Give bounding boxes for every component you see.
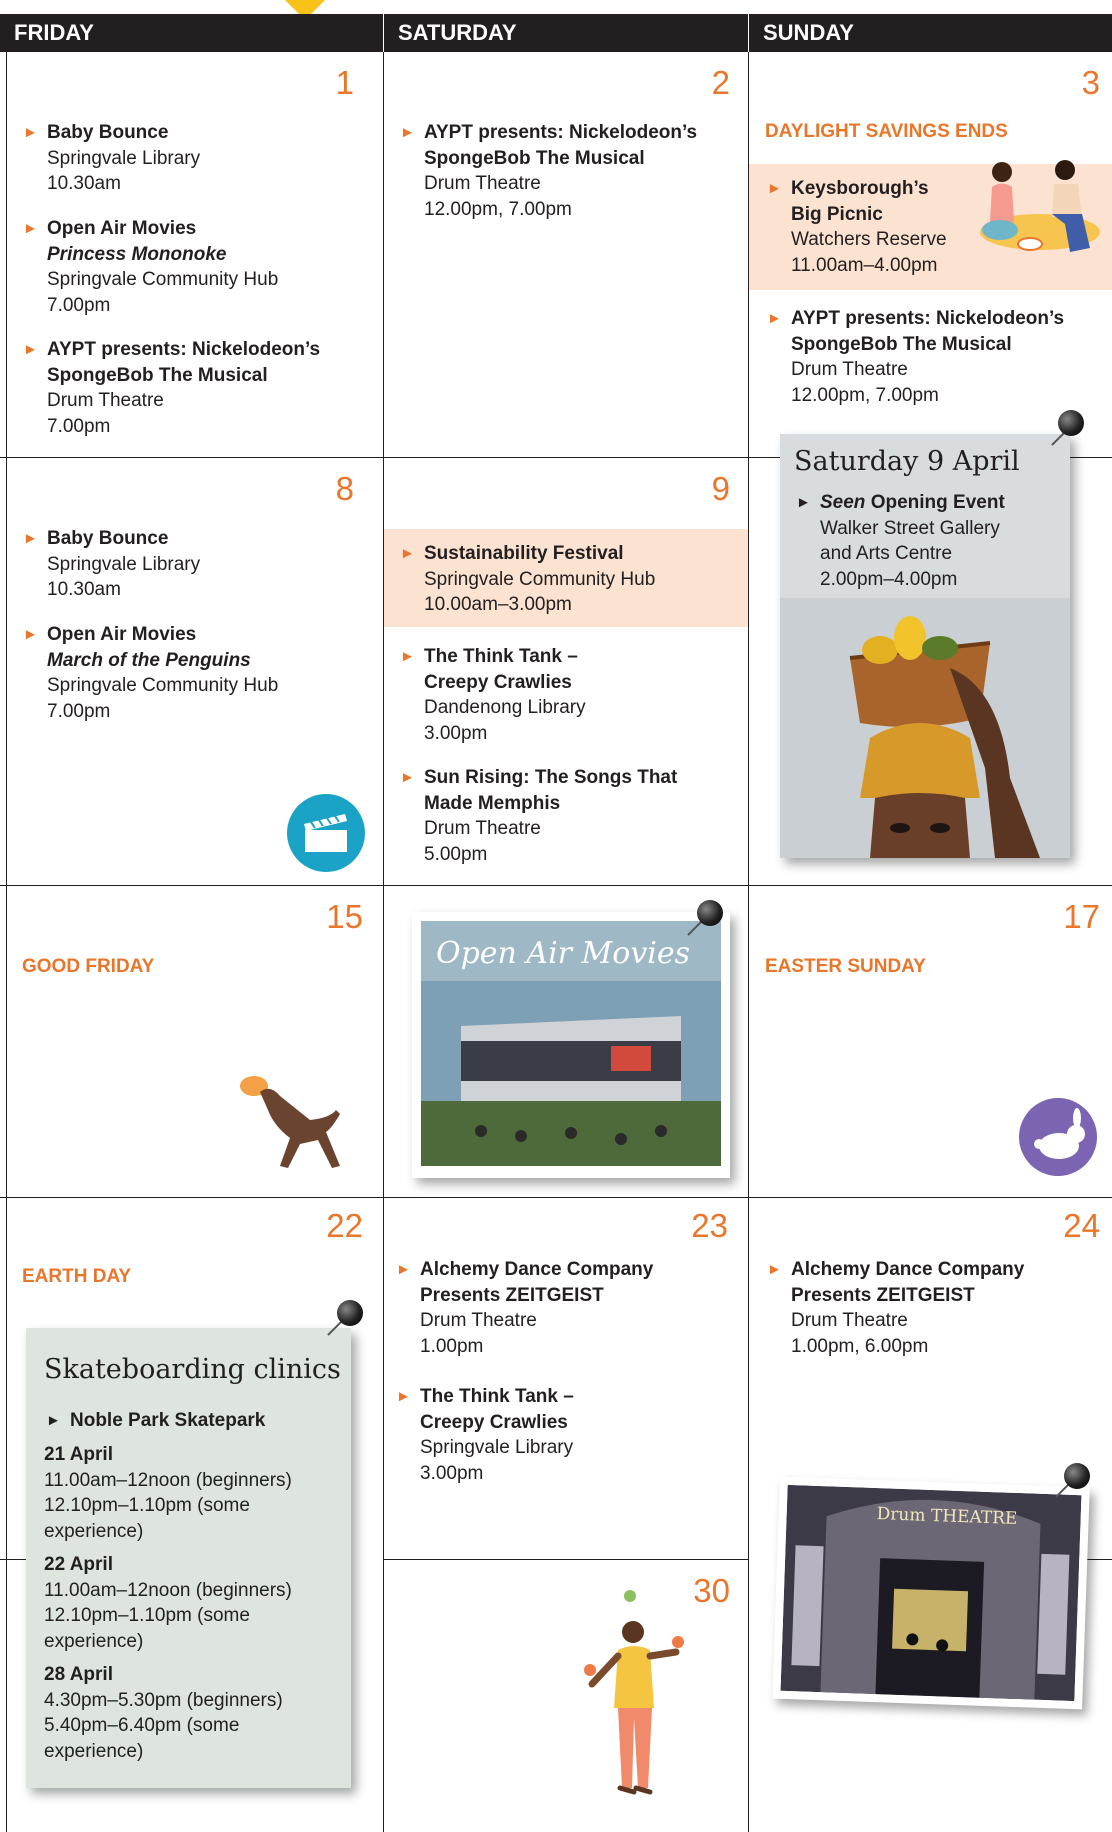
day-number: 15 (326, 898, 363, 935)
good-friday-label: GOOD FRIDAY (22, 956, 155, 977)
drum-theatre-card: Drum THEATRE (772, 1476, 1090, 1710)
juggler-illustration (584, 1590, 684, 1795)
grid-line (383, 52, 384, 1832)
easter-sunday-label: EASTER SUNDAY (765, 956, 926, 977)
day-number: 24 (1063, 1207, 1100, 1244)
fruit-basket-photo (780, 598, 1070, 858)
day-number: 1 (335, 64, 354, 101)
grid-line (0, 1197, 1112, 1198)
event-think-tank: The Think Tank – Creepy Crawlies Dandeno… (400, 644, 724, 746)
movies-overlay-text: Open Air Movies (436, 936, 691, 971)
pushpin-icon (697, 900, 723, 926)
header-saturday: SATURDAY (384, 14, 748, 52)
clapperboard-icon (287, 794, 365, 872)
skate-venue: Noble Park Skatepark (46, 1408, 340, 1434)
day-number: 8 (335, 470, 354, 507)
day-number: 9 (711, 470, 730, 507)
picnic-illustration (980, 160, 1100, 252)
day-number: 2 (711, 64, 730, 101)
open-air-movies-card: Open Air Movies (412, 912, 730, 1178)
grid-line (6, 52, 7, 1832)
card-title: Skateboarding clinics (44, 1354, 341, 1385)
event-alchemy-dance: Alchemy Dance Company Presents ZEITGEIST… (767, 1257, 1101, 1359)
event-sun-rising: Sun Rising: The Songs That Made Memphis … (400, 765, 744, 867)
event-spongebob: AYPT presents: Nickelodeon’s SpongeBob T… (767, 306, 1111, 408)
earth-day-label: EARTH DAY (22, 1266, 132, 1287)
rabbit-icon (1019, 1098, 1097, 1176)
header-sunday: SUNDAY (749, 14, 1112, 52)
pushpin-icon (1064, 1463, 1090, 1489)
grid-line (0, 885, 1112, 886)
seen-event-card: Saturday 9 April Seen Opening Event Walk… (780, 434, 1070, 858)
header-friday: FRIDAY (0, 14, 383, 52)
event-spongebob: AYPT presents: Nickelodeon’s SpongeBob T… (23, 337, 367, 439)
event-spongebob: AYPT presents: Nickelodeon’s SpongeBob T… (400, 120, 744, 222)
daylight-savings-label: DAYLIGHT SAVINGS ENDS (765, 121, 1008, 142)
skate-session: 21 April 11.00am–12noon (beginners) 12.1… (44, 1444, 292, 1542)
event-baby-bounce: Baby Bounce Springvale Library 10.30am (23, 526, 347, 603)
grid-line (748, 52, 749, 1832)
skate-session: 28 April 4.30pm–5.30pm (beginners) 5.40p… (44, 1664, 283, 1762)
grid-line (0, 1559, 28, 1560)
event-alchemy-dance: Alchemy Dance Company Presents ZEITGEIST… (396, 1257, 740, 1359)
skate-session: 22 April 11.00am–12noon (beginners) 12.1… (44, 1554, 292, 1652)
card-title: Saturday 9 April (794, 446, 1020, 477)
day-number: 23 (691, 1207, 728, 1244)
pushpin-icon (337, 1300, 363, 1326)
day-number: 17 (1063, 898, 1100, 935)
event-open-air-movies: Open Air Movies Princess Mononoke Spring… (23, 216, 347, 318)
skateboarding-card: Skateboarding clinics Noble Park Skatepa… (26, 1328, 351, 1788)
grid-line (383, 1559, 748, 1560)
pushpin-icon (1058, 410, 1084, 436)
dog-icon (240, 1076, 340, 1168)
event-think-tank: The Think Tank – Creepy Crawlies Springv… (396, 1384, 720, 1486)
seen-event-details: Seen Opening Event Walker Street Gallery… (796, 490, 1060, 592)
day-number: 22 (326, 1207, 363, 1244)
event-sustainability-festival: Sustainability Festival Springvale Commu… (400, 541, 724, 618)
day-number: 3 (1081, 64, 1100, 101)
event-baby-bounce: Baby Bounce Springvale Library 10.30am (23, 120, 347, 197)
event-open-air-movies: Open Air Movies March of the Penguins Sp… (23, 622, 347, 724)
event-big-picnic: Keysborough’s Big Picnic Watchers Reserv… (767, 176, 991, 278)
